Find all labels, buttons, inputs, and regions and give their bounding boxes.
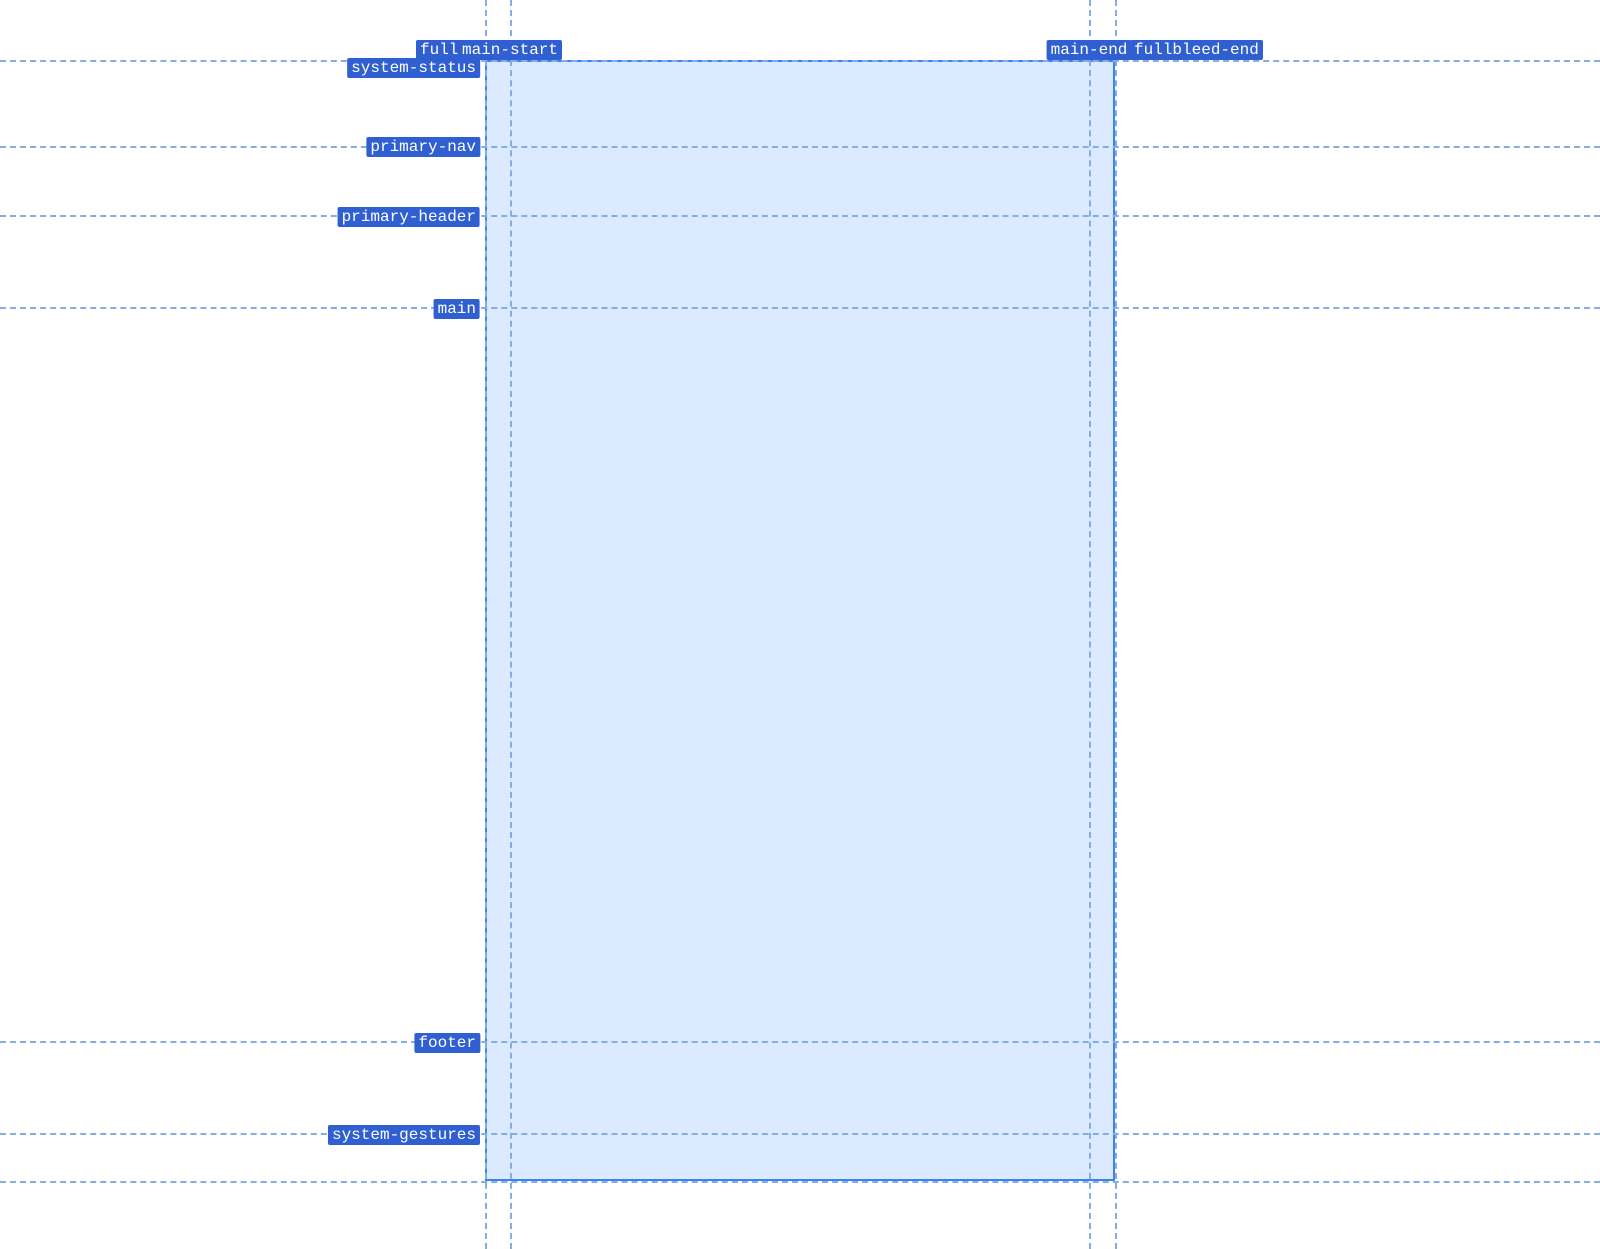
row-main xyxy=(0,307,1600,309)
col-fullbleed-start xyxy=(485,0,487,1249)
col-fullbleed-end xyxy=(1115,0,1117,1249)
row-system-status xyxy=(0,60,1600,62)
label-system-gestures: system-gestures xyxy=(328,1125,480,1145)
label-fullbleed-end: fullbleed-end xyxy=(1130,40,1263,60)
col-main-end xyxy=(1089,0,1091,1249)
row-end xyxy=(0,1181,1600,1183)
row-primary-nav xyxy=(0,146,1600,148)
col-main-start xyxy=(510,0,512,1249)
label-main-start: main-start xyxy=(458,40,562,60)
label-footer: footer xyxy=(414,1033,480,1053)
layout-region xyxy=(485,60,1115,1181)
label-primary-nav: primary-nav xyxy=(366,137,480,157)
label-primary-header: primary-header xyxy=(338,207,480,227)
label-main-end: main-end xyxy=(1047,40,1132,60)
row-footer xyxy=(0,1041,1600,1043)
label-main: main xyxy=(434,299,480,319)
row-system-gestures xyxy=(0,1133,1600,1135)
row-primary-header xyxy=(0,215,1600,217)
label-system-status: system-status xyxy=(347,58,480,78)
